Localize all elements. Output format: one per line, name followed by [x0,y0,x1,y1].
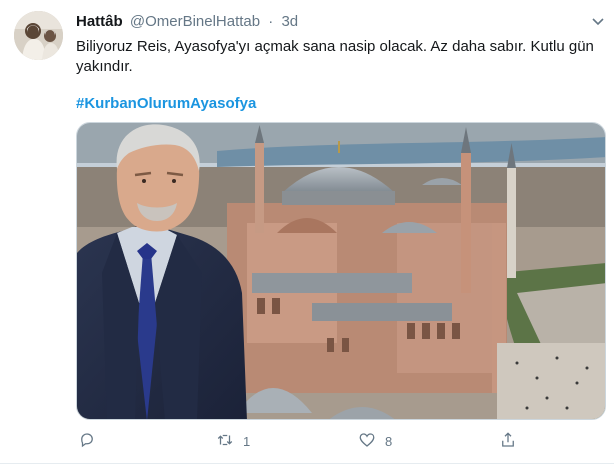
like-count: 8 [385,433,393,449]
tweet[interactable]: Hattâb @OmerBinelHattab · 3d Biliyoruz R… [0,0,614,465]
share-icon [499,431,517,452]
like-button[interactable]: 8 [358,429,392,453]
avatar[interactable] [14,11,63,60]
reply-button[interactable] [78,429,105,453]
retweet-icon [216,431,234,452]
display-name[interactable]: Hattâb [76,13,123,30]
tweet-header: Hattâb @OmerBinelHattab · 3d [76,12,298,32]
tweet-divider [0,463,614,464]
retweet-count: 1 [243,433,251,449]
user-handle[interactable]: @OmerBinelHattab [130,13,260,30]
heart-icon [358,431,376,452]
tweet-photo[interactable] [76,122,606,420]
timestamp[interactable]: 3d [281,13,298,30]
separator-dot: · [268,13,274,30]
chevron-down-icon[interactable] [589,12,607,30]
reply-icon [78,431,96,452]
tweet-actions: 1 8 [76,426,606,456]
hashtag-link[interactable]: #KurbanOlurumAyasofya [76,94,256,114]
tweet-text: Biliyoruz Reis, Ayasofya'yı açmak sana n… [76,38,594,75]
retweet-button[interactable]: 1 [216,429,250,453]
share-button[interactable] [499,429,517,453]
